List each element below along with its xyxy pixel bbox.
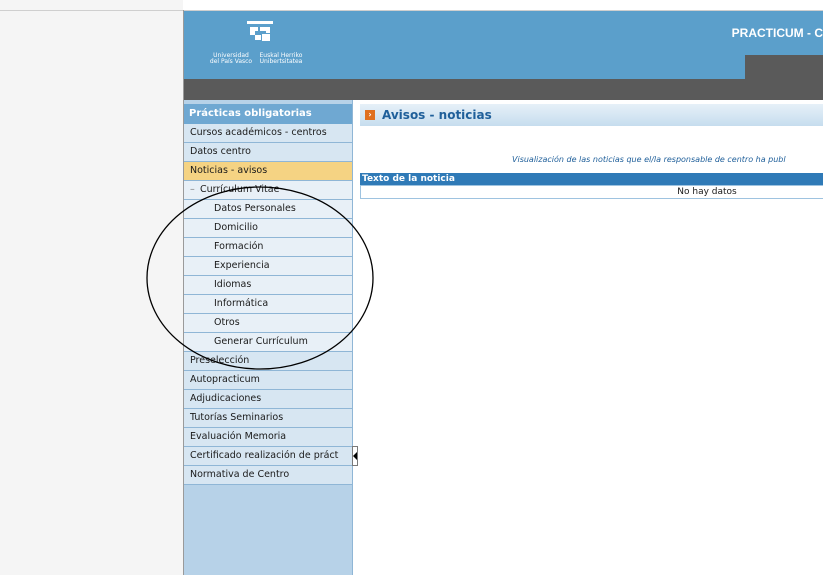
toolbar-strip: [184, 79, 823, 100]
sidebar-item[interactable]: Noticias - avisos: [184, 162, 352, 181]
sidebar-section-title: Prácticas obligatorias: [184, 104, 352, 124]
sidebar-item[interactable]: Tutorías Seminarios: [184, 409, 352, 428]
header-banner: Universidad del País Vasco Euskal Herrik…: [184, 11, 823, 79]
sidebar-item[interactable]: Adjudicaciones: [184, 390, 352, 409]
sidebar-item[interactable]: Normativa de Centro: [184, 466, 352, 485]
sidebar-item-label: Datos centro: [190, 146, 251, 157]
sidebar-item-label: Adjudicaciones: [190, 393, 262, 404]
page-title: Avisos - noticias: [382, 108, 492, 122]
content-header: › Avisos - noticias: [360, 104, 823, 126]
logo-text-es: Universidad del País Vasco: [209, 52, 253, 65]
university-logo-icon: [247, 21, 273, 41]
empty-message: No hay datos: [677, 187, 737, 197]
sidebar-item-label: Cursos académicos - centros: [190, 127, 327, 138]
sidebar-item[interactable]: Certificado realización de práct: [184, 447, 352, 466]
header-user-panel: [745, 55, 823, 79]
sidebar-item[interactable]: Cursos académicos - centros: [184, 124, 352, 143]
sidebar-item-label: Autopracticum: [190, 374, 260, 385]
news-table-empty-row: No hay datos: [360, 185, 823, 199]
sidebar-item[interactable]: Autopracticum: [184, 371, 352, 390]
logo-text-eu: Euskal Herriko Unibertsitatea: [259, 52, 303, 65]
sidebar-item-label: Evaluación Memoria: [190, 431, 287, 442]
sidebar-item-label: Noticias - avisos: [190, 165, 268, 176]
sidebar-item-label: Tutorías Seminarios: [190, 412, 284, 423]
news-caption: Visualización de las noticias que el/la …: [512, 155, 786, 164]
collapse-sidebar-icon[interactable]: [352, 446, 358, 466]
sidebar-item[interactable]: Evaluación Memoria: [184, 428, 352, 447]
app-title: PRACTICUM - C: [731, 26, 823, 40]
annotation-circle: [146, 186, 374, 370]
news-table-header: Texto de la noticia: [360, 173, 823, 185]
sidebar-item-label: Normativa de Centro: [190, 469, 290, 480]
sidebar-item-label: Certificado realización de práct: [190, 450, 339, 461]
section-arrow-icon: ›: [365, 110, 375, 120]
sidebar-item[interactable]: Datos centro: [184, 143, 352, 162]
